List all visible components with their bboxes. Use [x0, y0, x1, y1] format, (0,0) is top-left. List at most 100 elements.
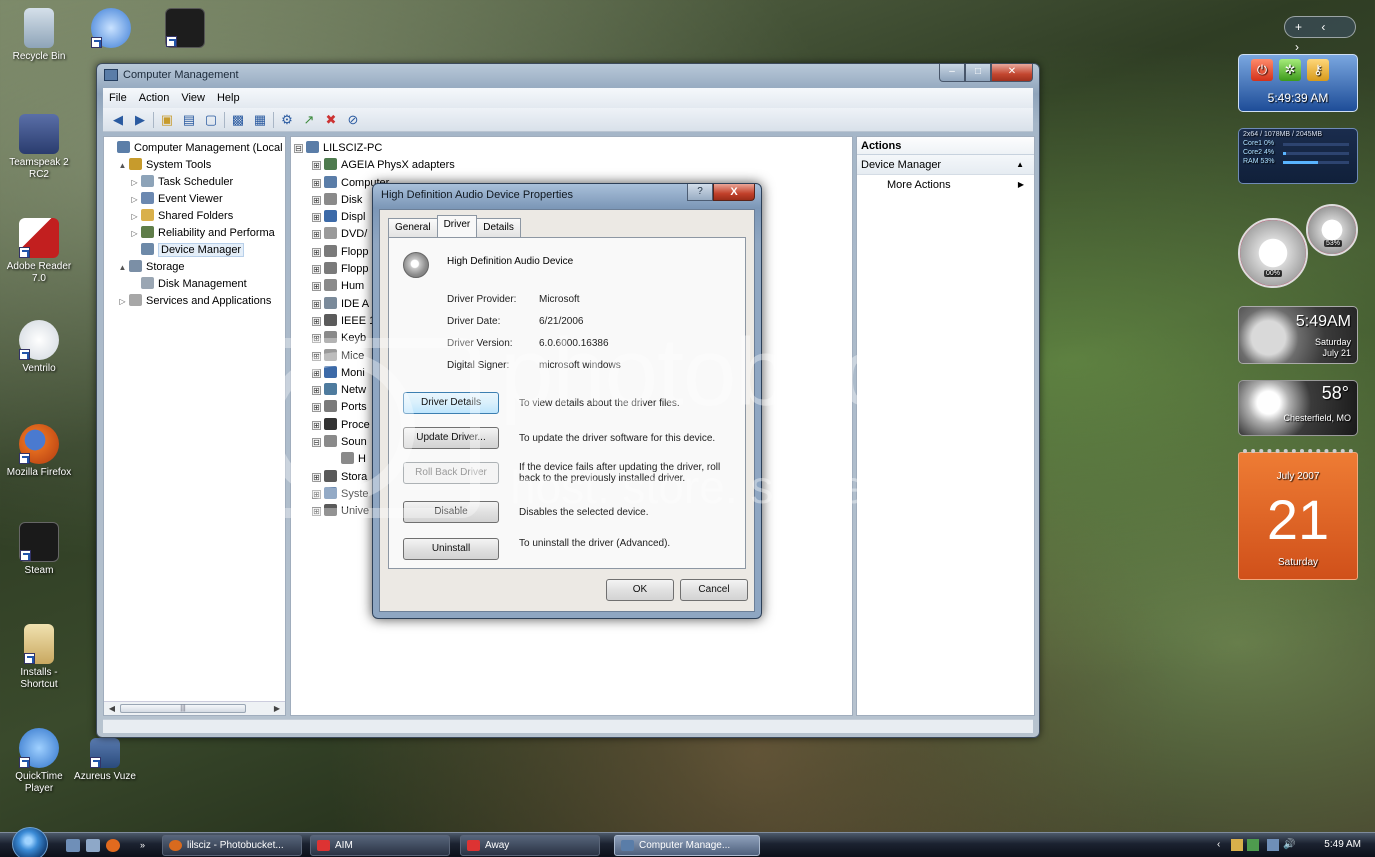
device-category-icon — [324, 296, 337, 309]
console-tree-item[interactable]: ▲ System Tools — [106, 157, 285, 174]
tree-expander-icon[interactable]: ▷ — [130, 208, 139, 225]
tree-expand-box-icon[interactable]: ⊞ — [312, 213, 321, 223]
switch-windows-icon[interactable] — [86, 839, 100, 852]
back-arrow-icon[interactable]: ◀ — [109, 112, 127, 128]
help-icon[interactable]: ▩ — [229, 112, 247, 128]
restart-icon[interactable]: ✲ — [1279, 59, 1301, 81]
menu-view[interactable]: View — [181, 92, 205, 104]
taskbar-item-aim[interactable]: AIM — [310, 835, 450, 856]
show-desktop-icon[interactable] — [66, 839, 80, 852]
console-tree-item[interactable]: Computer Management (Local — [106, 140, 285, 157]
desktop-icon-label: QuickTime Player — [15, 771, 63, 794]
lock-icon[interactable]: ⚷ — [1307, 59, 1329, 81]
tree-expand-box-icon[interactable]: ⊞ — [312, 230, 321, 240]
tree-expander-icon[interactable]: ▲ — [118, 157, 127, 174]
window-titlebar[interactable]: Computer Management – □ ✕ — [97, 64, 1039, 88]
dialog-help-button[interactable]: ? — [687, 184, 713, 201]
uninstall-icon[interactable]: ✖ — [322, 112, 340, 128]
desktop-icon-installs[interactable]: Installs - Shortcut — [4, 624, 74, 691]
tray-display-icon[interactable] — [1267, 839, 1279, 851]
horizontal-scrollbar[interactable]: ◀ ||| ▶ — [104, 701, 285, 715]
tree-expander-icon[interactable]: ▷ — [130, 191, 139, 208]
desktop-icon-itunes[interactable] — [76, 8, 146, 51]
tray-app-icon[interactable] — [1231, 839, 1243, 851]
taskbar-clock[interactable]: 5:49 AM — [1324, 833, 1361, 857]
tree-expand-box-icon[interactable]: ⊞ — [312, 316, 321, 326]
shutdown-icon[interactable]: ⏻ — [1251, 59, 1273, 81]
tray-expand-icon[interactable]: ‹ — [1217, 833, 1220, 857]
forward-arrow-icon[interactable]: ▶ — [131, 112, 149, 128]
actions-section-device-manager[interactable]: Device Manager ▲ — [857, 155, 1034, 175]
tab-driver[interactable]: Driver — [436, 215, 478, 237]
console-tree-item[interactable]: ▲ Storage — [106, 259, 285, 276]
console-tree-item[interactable]: Disk Management — [106, 276, 285, 293]
console-tree-item[interactable]: ▷ Event Viewer — [106, 191, 285, 208]
desktop-icon-azureus[interactable]: Azureus Vuze — [70, 738, 140, 783]
tree-expand-box-icon[interactable]: ⊞ — [312, 195, 321, 205]
menu-action[interactable]: Action — [139, 92, 170, 104]
taskbar-item-away[interactable]: Away — [460, 835, 600, 856]
desktop-icon-adobe-reader[interactable]: Adobe Reader 7.0 — [4, 218, 74, 285]
tree-node-icon — [141, 209, 154, 221]
minimize-button[interactable]: – — [939, 64, 965, 82]
tree-expander-icon[interactable]: ▷ — [130, 225, 139, 242]
close-button[interactable]: ✕ — [991, 64, 1033, 82]
calendar-gadget[interactable]: July 2007 21 Saturday — [1238, 449, 1358, 580]
console-tree-item[interactable]: Device Manager — [106, 242, 285, 259]
console-tree-item[interactable]: ▷ Services and Applications — [106, 293, 285, 310]
console-tree-item[interactable]: ▷ Reliability and Performa — [106, 225, 285, 242]
tree-expand-box-icon[interactable]: ⊟ — [294, 144, 303, 153]
menu-file[interactable]: File — [109, 92, 127, 104]
scroll-thumb[interactable]: ||| — [120, 704, 246, 713]
ok-button[interactable]: OK — [606, 579, 674, 601]
weather-gadget[interactable]: 58° Chesterfield, MO — [1238, 380, 1358, 436]
tree-expand-box-icon[interactable]: ⊞ — [312, 265, 321, 275]
tree-expand-box-icon[interactable]: ⊞ — [312, 178, 321, 188]
desktop-icon-teamspeak[interactable]: Teamspeak 2 RC2 — [4, 114, 74, 181]
tray-network-icon[interactable] — [1247, 839, 1259, 851]
scan-hardware-icon[interactable]: ⚙ — [278, 112, 296, 128]
start-button[interactable] — [12, 827, 48, 857]
scroll-right-icon[interactable]: ▶ — [270, 703, 284, 714]
properties-icon[interactable]: ▢ — [202, 112, 220, 128]
tree-expand-box-icon[interactable]: ⊞ — [312, 282, 321, 292]
tree-expander-icon[interactable]: ▷ — [118, 293, 127, 310]
tree-expander-icon[interactable]: ▲ — [118, 259, 127, 276]
desktop-icon-recycle-bin[interactable]: Recycle Bin — [4, 8, 74, 63]
action-pane-icon[interactable]: ▦ — [251, 112, 269, 128]
taskbar-item-photobucket[interactable]: lilsciz - Photobucket... — [162, 835, 302, 856]
tree-expander-icon[interactable]: ▷ — [130, 174, 139, 191]
dialog-close-button[interactable]: X — [713, 184, 755, 201]
device-tree-item[interactable]: ⊟ LILSCIZ-PC — [294, 140, 852, 157]
desktop-icon-steam-top[interactable] — [150, 8, 220, 51]
tree-expand-box-icon[interactable]: ⊞ — [312, 247, 321, 257]
tab-details[interactable]: Details — [476, 218, 521, 237]
desktop-icon-firefox[interactable]: Mozilla Firefox — [4, 424, 74, 479]
update-driver-icon[interactable]: ↗ — [300, 112, 318, 128]
collapse-up-icon[interactable]: ▲ — [1016, 155, 1024, 175]
desktop-icon-ventrilo[interactable]: Ventrilo — [4, 320, 74, 375]
taskbar-item-computer-management[interactable]: Computer Manage... — [614, 835, 760, 856]
disable-icon[interactable]: ⊘ — [344, 112, 362, 128]
firefox-quicklaunch-icon[interactable] — [106, 839, 120, 852]
tab-general[interactable]: General — [388, 218, 438, 237]
desktop-icon-steam[interactable]: Steam — [4, 522, 74, 577]
scroll-left-icon[interactable]: ◀ — [105, 703, 119, 714]
maximize-button[interactable]: □ — [965, 64, 991, 82]
sidebar-controls[interactable]: + ‹ › — [1284, 16, 1356, 54]
show-hide-tree-icon[interactable]: ▤ — [180, 112, 198, 128]
power-clock-gadget[interactable]: ⏻ ✲ ⚷ 5:49:39 AM — [1238, 54, 1358, 112]
desktop-icon-quicktime[interactable]: QuickTime Player — [4, 728, 74, 795]
menu-help[interactable]: Help — [217, 92, 240, 104]
volume-icon[interactable]: 🔊 — [1283, 833, 1295, 857]
device-tree-item[interactable]: ⊞ AGEIA PhysX adapters — [294, 157, 852, 174]
tree-expand-box-icon[interactable]: ⊞ — [312, 161, 321, 171]
up-folder-icon[interactable]: ▣ — [158, 112, 176, 128]
more-actions-item[interactable]: More Actions ▶ — [857, 175, 1034, 195]
quicklaunch-overflow-icon[interactable]: » — [140, 839, 154, 852]
console-tree-item[interactable]: ▷ Task Scheduler — [106, 174, 285, 191]
tree-expand-box-icon[interactable]: ⊞ — [312, 299, 321, 309]
cancel-button[interactable]: Cancel — [680, 579, 748, 601]
uninstall-button[interactable]: Uninstall — [403, 538, 499, 560]
console-tree-item[interactable]: ▷ Shared Folders — [106, 208, 285, 225]
